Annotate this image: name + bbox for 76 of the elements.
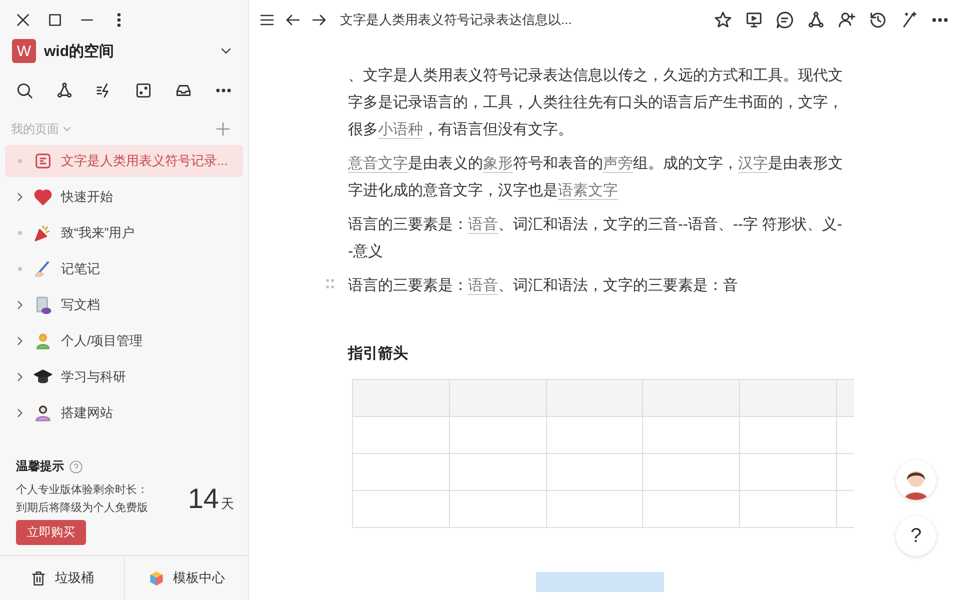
assistant-avatar[interactable]	[896, 460, 936, 500]
term-link[interactable]: 汉字	[738, 155, 768, 173]
cube-icon	[148, 570, 165, 586]
trash-button[interactable]: 垃圾桶	[0, 556, 124, 600]
page-emoji-icon	[33, 187, 53, 207]
page-item[interactable]: 记笔记	[5, 253, 243, 285]
notice-text: 到期后将降级为个人免费版	[16, 501, 148, 516]
maximize-icon[interactable]	[46, 11, 64, 29]
dice-icon[interactable]	[134, 81, 154, 100]
graph-icon[interactable]	[54, 81, 74, 100]
workspace-name[interactable]: wid的空间	[44, 42, 114, 60]
close-icon[interactable]	[14, 11, 32, 29]
term-link[interactable]: 语音	[468, 277, 498, 295]
page-item[interactable]: 学习与科研	[5, 361, 243, 393]
graph-icon[interactable]	[806, 10, 826, 30]
paragraph: 语言的三要素是：语音、词汇和语法，文字的三音--语音、--字 符形状、义--意义	[348, 215, 844, 262]
help-icon[interactable]	[69, 460, 83, 474]
template-button[interactable]: 模板中心	[124, 556, 248, 600]
document-title: 文字是人类用表义符号记录表达信息以...	[340, 11, 572, 29]
table-cell[interactable]	[352, 416, 450, 454]
page-item[interactable]: 文字是人类用表义符号记录...	[5, 145, 243, 177]
table-cell[interactable]	[740, 490, 837, 528]
table-header-cell[interactable]	[352, 380, 450, 416]
drag-handle-icon[interactable]	[325, 278, 335, 290]
add-user-icon[interactable]	[837, 10, 857, 30]
comment-icon[interactable]	[775, 10, 795, 30]
workspace-avatar: W	[12, 39, 36, 63]
table-cell[interactable]	[546, 454, 643, 490]
paragraph: 、文字是人类用表义符号记录表达信息以传之，久远的方式和工具。现代文字多是记录语言的，工具，人类往往先有口头的语言后产生书面的，文字，很多小语种，有语言但没有文字。	[348, 66, 844, 141]
table-cell[interactable]	[352, 454, 450, 490]
term-link[interactable]: 声旁	[603, 155, 633, 173]
page-item[interactable]: 致“我来”用户	[5, 217, 243, 249]
table-cell[interactable]	[642, 416, 740, 454]
page-emoji-icon	[33, 403, 53, 423]
table-cell[interactable]	[546, 490, 643, 528]
presentation-icon[interactable]	[744, 10, 764, 30]
table-cell[interactable]	[740, 416, 837, 454]
table-cell[interactable]	[352, 490, 450, 528]
bullet-icon	[18, 159, 22, 163]
table-cell[interactable]	[740, 454, 837, 490]
table-cell[interactable]	[642, 454, 740, 490]
search-icon[interactable]	[15, 81, 34, 100]
table-header-cell[interactable]	[546, 380, 643, 416]
table-cell[interactable]	[546, 416, 643, 454]
page-item[interactable]: 搭建网站	[5, 397, 243, 429]
help-button[interactable]: ?	[896, 516, 936, 556]
paragraph: 意音文字是由表义的象形符号和表音的声旁组。成的文字，汉字是由表形文字进化成的意音文字，汉字也是语素文字	[348, 154, 844, 202]
add-icon[interactable]	[214, 120, 232, 138]
table-header-cell[interactable]	[642, 380, 740, 416]
table-header-cell[interactable]	[449, 380, 546, 416]
term-link[interactable]: 语素文字	[558, 182, 618, 200]
page-item[interactable]: 个人/项目管理	[5, 325, 243, 357]
table-cell[interactable]	[449, 416, 546, 454]
document-icon	[33, 151, 53, 171]
trash-icon	[30, 570, 47, 586]
page-item[interactable]: 快速开始	[5, 181, 243, 213]
term-link[interactable]: 小语种	[378, 121, 423, 139]
page-item[interactable]: 写文档	[5, 289, 243, 321]
days-unit: 天	[221, 495, 234, 513]
section-heading: 指引箭头	[348, 344, 409, 363]
history-icon[interactable]	[868, 10, 888, 30]
notice-title: 温馨提示	[16, 458, 64, 475]
table-cell[interactable]	[642, 490, 740, 528]
term-link[interactable]: 意音文字	[348, 155, 408, 173]
notice-text: 个人专业版体验剩余时长：	[16, 483, 148, 498]
term-link[interactable]: 语音	[468, 216, 498, 234]
star-icon[interactable]	[713, 10, 733, 30]
table-cell[interactable]	[449, 454, 546, 490]
paragraph: 语言的三要素是：语音、词汇和语法，文字的三要素是：音	[348, 276, 739, 297]
table-cell[interactable]	[449, 490, 546, 528]
table-header-cell[interactable]	[740, 380, 837, 416]
buy-button[interactable]: 立即购买	[16, 520, 86, 545]
bullet-icon	[18, 267, 22, 271]
term-link[interactable]: 象形	[483, 155, 513, 173]
days-count: 14	[188, 483, 219, 515]
bullet-icon	[18, 231, 22, 235]
